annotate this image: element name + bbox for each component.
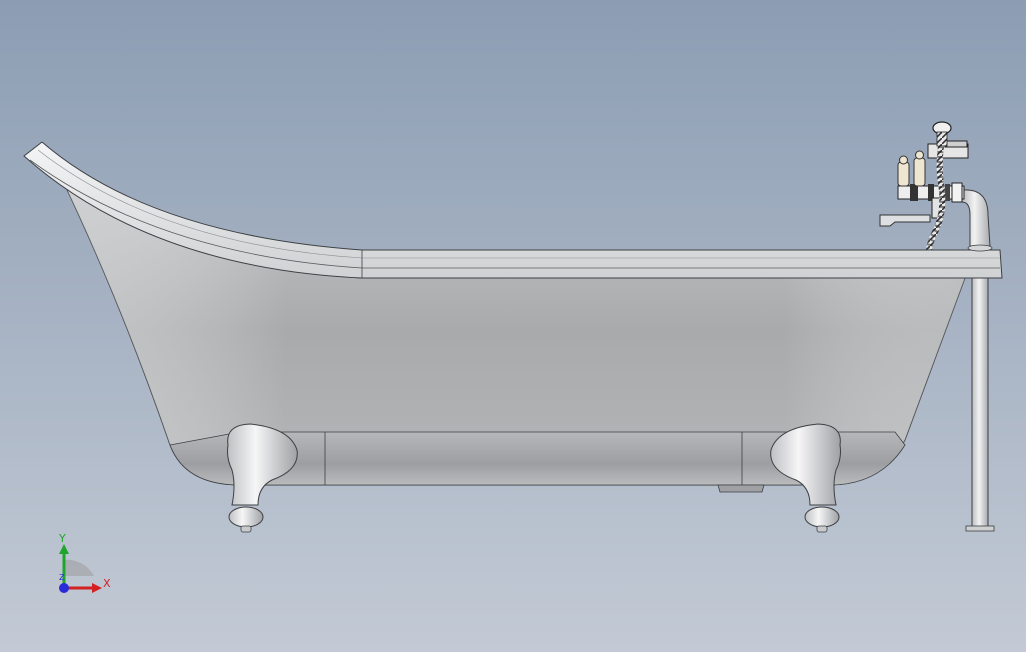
y-axis-label: Y — [59, 532, 66, 545]
z-axis-label: Z — [59, 573, 65, 582]
graphics-viewport[interactable]: X Y Z — [0, 0, 1026, 652]
coordinate-triad[interactable]: X Y Z — [50, 528, 120, 598]
model-scene[interactable] — [0, 0, 1026, 652]
x-axis-label: X — [103, 577, 111, 590]
z-axis-dot — [59, 583, 69, 593]
